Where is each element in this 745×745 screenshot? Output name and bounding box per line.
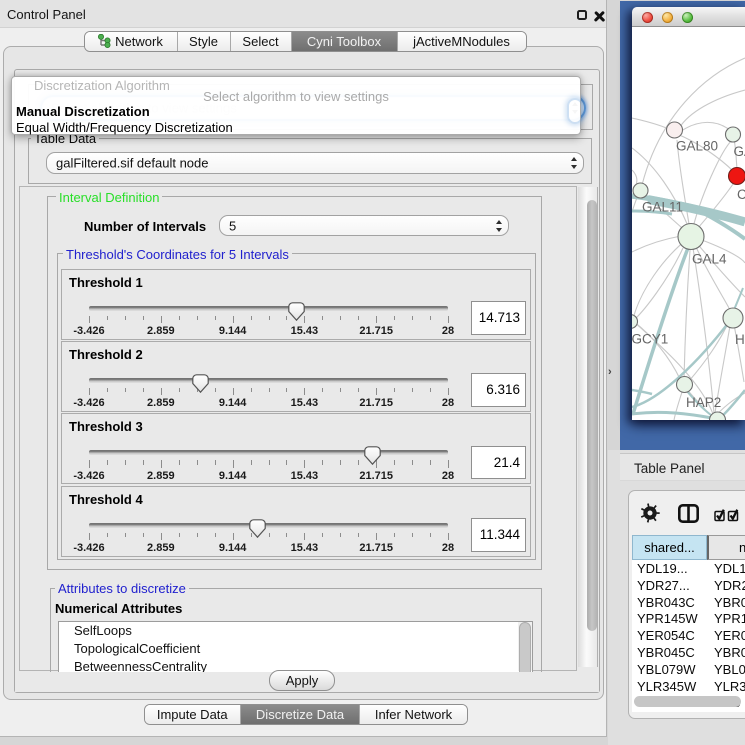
svg-text:HAP2: HAP2: [686, 395, 721, 410]
svg-text:GAL80: GAL80: [676, 139, 718, 154]
svg-text:GA: GA: [734, 144, 745, 159]
svg-text:H: H: [735, 332, 745, 347]
svg-text:CY: CY: [737, 187, 745, 202]
svg-text:GAL4: GAL4: [692, 252, 727, 267]
svg-text:GAL11: GAL11: [642, 200, 683, 215]
svg-text:GCY1: GCY1: [632, 332, 668, 347]
